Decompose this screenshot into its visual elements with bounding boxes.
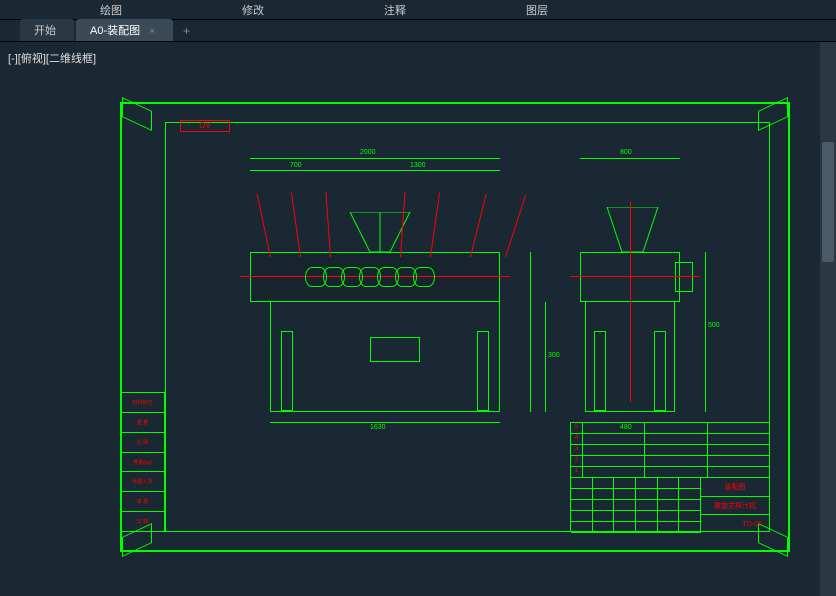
- rev-row: 绘图人员: [120, 471, 165, 491]
- leader-line: [291, 193, 301, 258]
- rev-row: 重 量: [120, 412, 165, 432]
- vertical-scrollbar[interactable]: [820, 42, 836, 596]
- drawing-content: OV 材料标记 重 量 比 例 质量(kg) 绘图人员 审 核 日 期 2000…: [120, 102, 790, 552]
- drawing-viewport[interactable]: [-][俯视][二维线框] OV 材料标记 重 量 比 例 质量(kg) 绘图人…: [0, 42, 836, 596]
- scrollbar-thumb[interactable]: [822, 142, 834, 262]
- dimension-line: [580, 158, 680, 159]
- tab-add-button[interactable]: +: [175, 21, 198, 41]
- dimension-text: 500: [708, 322, 720, 329]
- output-flange: [675, 262, 693, 292]
- table-leg: [477, 331, 489, 411]
- dimension-line: [270, 422, 500, 423]
- leader-line: [325, 192, 331, 257]
- close-icon[interactable]: ×: [149, 26, 155, 37]
- tab-label: A0-装配图: [90, 25, 140, 37]
- tab-start[interactable]: 开始: [20, 19, 74, 41]
- table-leg: [654, 331, 666, 411]
- dimension-text: 2000: [360, 149, 376, 156]
- file-tabs: 开始 A0-装配图 × +: [0, 20, 836, 42]
- leader-line: [430, 193, 440, 258]
- title-cells: 装配图 螺旋式榨汁机 TD-00: [701, 478, 769, 533]
- bom-section: 1 2 3 4 5: [571, 423, 769, 478]
- dimension-line: [530, 252, 531, 412]
- signature-grid: [571, 478, 701, 533]
- view-control-label[interactable]: [-][俯视][二维线框]: [8, 50, 96, 66]
- front-elevation: 2000 700 1300: [250, 152, 540, 422]
- dimension-text: 1630: [370, 424, 386, 431]
- dimension-line: [705, 252, 706, 412]
- screw-auger: [305, 267, 445, 287]
- tab-label: 开始: [34, 25, 56, 37]
- rev-row: 比 例: [120, 432, 165, 452]
- ov-marker: OV: [180, 120, 230, 132]
- menu-draw[interactable]: 绘图: [0, 2, 182, 18]
- leader-line: [256, 193, 270, 257]
- hopper: [345, 212, 415, 257]
- drawing-number: TD-00: [736, 521, 770, 528]
- dimension-line: [250, 170, 345, 171]
- rev-row: 日 期: [120, 511, 165, 532]
- title-block: 1 2 3 4 5 装配图 螺旋式榨汁机: [570, 422, 770, 532]
- table-leg: [281, 331, 293, 411]
- menu-annotate[interactable]: 注释: [324, 2, 466, 18]
- dimension-text: 1300: [410, 162, 426, 169]
- dimension-text: 300: [548, 352, 560, 359]
- table-leg: [594, 331, 606, 411]
- dimension-line: [345, 170, 500, 171]
- side-elevation: 800 500 480: [570, 152, 710, 422]
- dimension-line: [545, 302, 546, 412]
- support-frame-side: [585, 302, 675, 412]
- rev-row: 材料标记: [120, 392, 165, 412]
- rev-row: 审 核: [120, 491, 165, 511]
- drawing-title: 装配图: [701, 478, 769, 497]
- dimension-text: 700: [290, 162, 302, 169]
- rev-row: 质量(kg): [120, 452, 165, 472]
- top-menubar: 绘图 修改 注释 图层: [0, 0, 836, 20]
- menu-modify[interactable]: 修改: [182, 2, 324, 18]
- leader-line: [505, 195, 526, 257]
- dimension-text: 800: [620, 149, 632, 156]
- centerline-h: [570, 276, 700, 277]
- dimension-line: [250, 158, 500, 159]
- drawing-name: 螺旋式榨汁机: [701, 497, 769, 516]
- leader-line: [470, 194, 487, 257]
- tab-drawing[interactable]: A0-装配图 ×: [76, 19, 173, 41]
- juice-collector: [370, 337, 420, 362]
- revision-block: 材料标记 重 量 比 例 质量(kg) 绘图人员 审 核 日 期: [120, 392, 165, 532]
- menu-layer[interactable]: 图层: [466, 2, 608, 18]
